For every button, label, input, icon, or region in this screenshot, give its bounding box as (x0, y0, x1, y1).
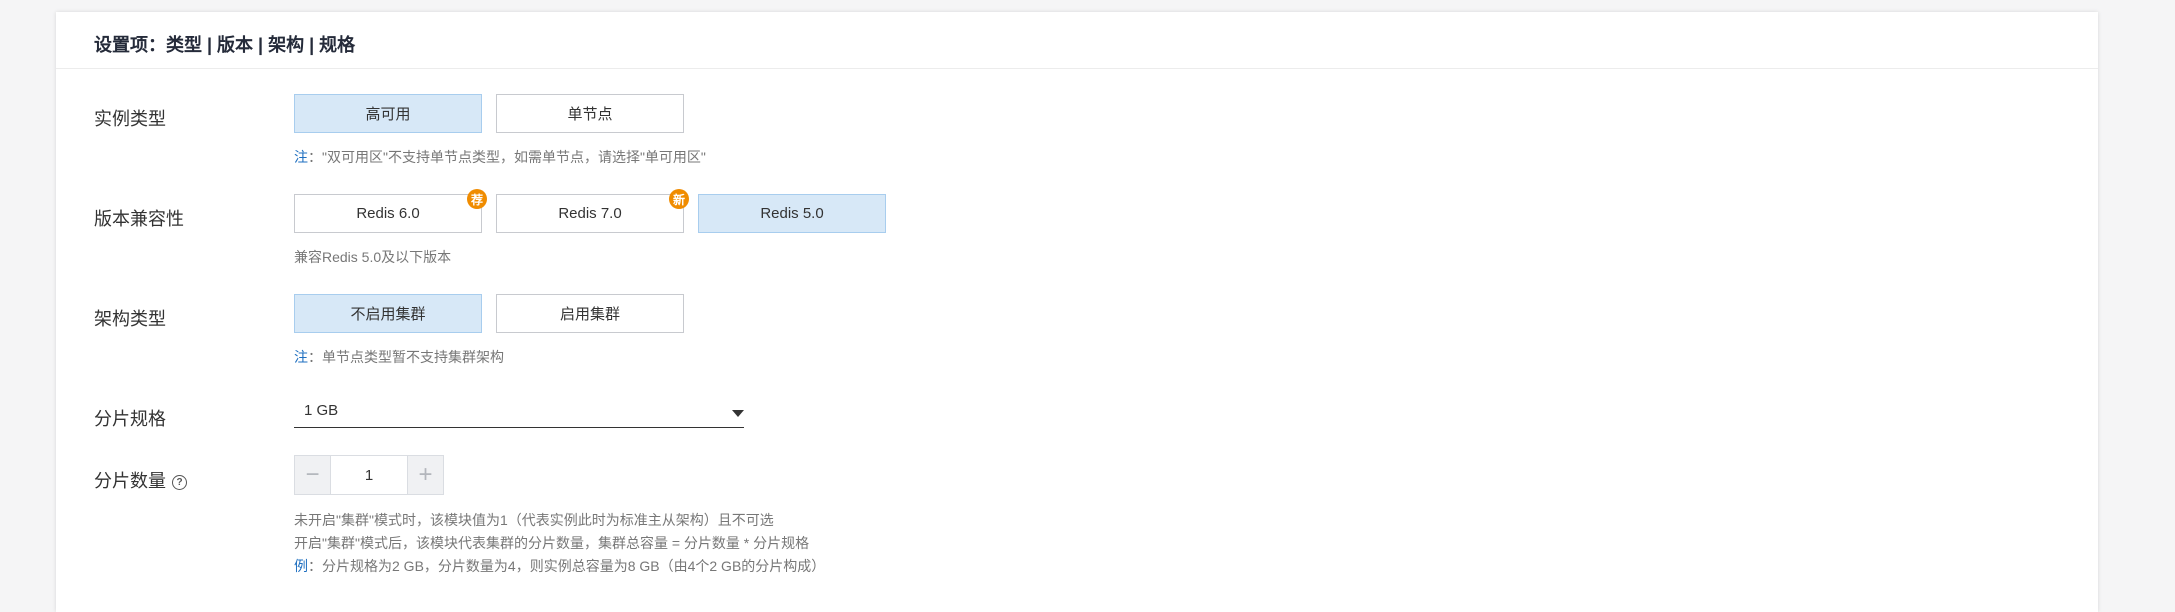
recommended-badge: 荐 (467, 189, 487, 209)
version-redis-7-option[interactable]: Redis 7.0 新 (496, 189, 689, 233)
architecture-note: 注：单节点类型暂不支持集群架构 (294, 347, 504, 367)
new-badge: 新 (669, 189, 689, 209)
version-note: 兼容Redis 5.0及以下版本 (294, 249, 452, 265)
shard-spec-select[interactable]: 1 GB (294, 398, 744, 428)
card-title: 设置项：类型 | 版本 | 架构 | 规格 (94, 35, 356, 55)
shard-count-label-row: 分片数量? (94, 467, 187, 493)
option-label: Redis 6.0 (356, 205, 420, 222)
note-text: ：单节点类型暂不支持集群架构 (308, 349, 504, 365)
shard-count-note-2: 开启"集群"模式后，该模块代表集群的分片数量，集群总容量 = 分片数量 * 分片… (294, 535, 810, 551)
architecture-label: 架构类型 (94, 309, 166, 329)
instance-type-note: 注："双可用区"不支持单节点类型，如需单节点，请选择"单可用区" (294, 147, 706, 167)
note-text: ："双可用区"不支持单节点类型，如需单节点，请选择"单可用区" (308, 149, 706, 165)
version-redis-6-option[interactable]: Redis 6.0 荐 (294, 189, 487, 233)
instance-type-label: 实例类型 (94, 109, 166, 129)
instance-type-ha-option[interactable]: 高可用 (294, 94, 482, 133)
card-header: 设置项：类型 | 版本 | 架构 | 规格 (56, 12, 2098, 69)
note-lead: 注 (294, 349, 308, 365)
version-label: 版本兼容性 (94, 209, 184, 229)
shard-spec-value: 1 GB (304, 402, 339, 419)
example-text: ：分片规格为2 GB，分片数量为4，则实例总容量为8 GB（由4个2 GB的分片… (308, 558, 826, 574)
decrement-button[interactable]: − (295, 456, 331, 494)
shard-count-note-1: 未开启"集群"模式时，该模块值为1（代表实例此时为标准主从架构）且不可选 (294, 512, 774, 528)
increment-button[interactable]: + (407, 456, 443, 494)
shard-spec-label: 分片规格 (94, 409, 166, 429)
architecture-cluster-option[interactable]: 启用集群 (496, 294, 684, 333)
shard-count-value[interactable]: 1 (331, 456, 407, 494)
note-lead: 注 (294, 149, 308, 165)
settings-card: 设置项：类型 | 版本 | 架构 | 规格 实例类型 高可用 单节点 注："双可… (56, 12, 2098, 612)
example-lead: 例 (294, 558, 308, 574)
instance-type-single-node-option[interactable]: 单节点 (496, 94, 684, 133)
shard-count-stepper: − 1 + (294, 455, 444, 495)
option-label: Redis 7.0 (558, 205, 622, 222)
architecture-no-cluster-option[interactable]: 不启用集群 (294, 294, 482, 333)
chevron-down-icon (732, 410, 744, 417)
version-redis-5-option[interactable]: Redis 5.0 (698, 194, 886, 233)
help-icon[interactable]: ? (172, 474, 187, 490)
shard-count-label: 分片数量 (94, 471, 166, 491)
shard-count-example: 例：分片规格为2 GB，分片数量为4，则实例总容量为8 GB（由4个2 GB的分… (294, 556, 825, 576)
